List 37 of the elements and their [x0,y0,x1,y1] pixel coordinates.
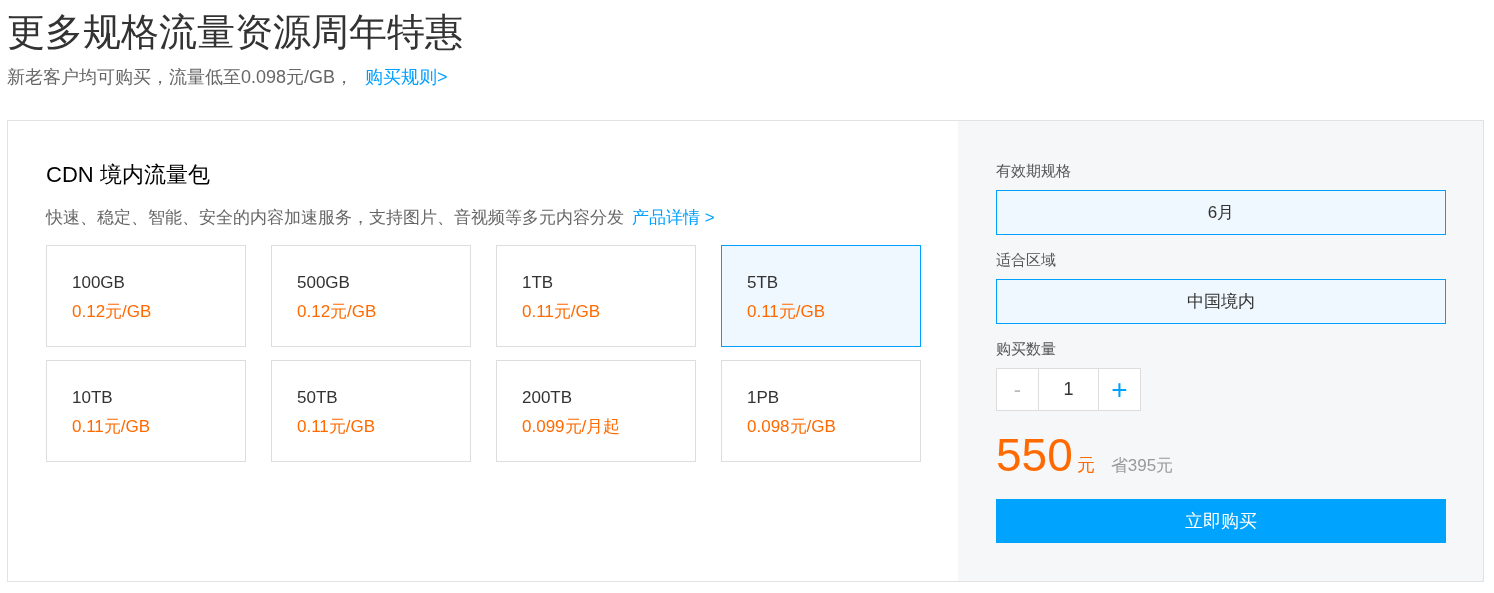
package-size: 10TB [72,387,114,409]
package-price: 0.11元/GB [747,301,827,323]
package-size: 1TB [522,272,555,294]
package-price: 0.099元/月起 [522,416,622,438]
region-option[interactable]: 中国境内 [996,279,1446,324]
package-card[interactable]: 5TB 0.11元/GB [721,245,921,347]
package-card[interactable]: 10TB 0.11元/GB [46,360,246,462]
package-card[interactable]: 500GB 0.12元/GB [271,245,471,347]
package-size: 100GB [72,272,126,294]
package-size: 50TB [297,387,339,409]
duration-option[interactable]: 6月 [996,190,1446,235]
product-title: CDN 境内流量包 [46,161,211,189]
package-price: 0.11元/GB [72,416,152,438]
package-price: 0.12元/GB [297,301,378,323]
package-price: 0.098元/GB [747,416,837,438]
package-size: 1PB [747,387,781,409]
package-price: 0.11元/GB [297,416,377,438]
package-card[interactable]: 1TB 0.11元/GB [496,245,696,347]
package-price: 0.12元/GB [72,301,153,323]
package-size: 200TB [522,387,574,409]
currency: 元 [1076,454,1095,477]
package-card[interactable]: 1PB 0.098元/GB [721,360,921,462]
package-size: 500GB [297,272,351,294]
region-label: 适合区域 [996,250,1057,270]
price: 550 [996,428,1073,483]
package-card[interactable]: 200TB 0.099元/月起 [496,360,696,462]
package-card[interactable]: 100GB 0.12元/GB [46,245,246,347]
duration-label: 有效期规格 [996,161,1072,181]
package-size: 5TB [747,272,780,294]
page-title: 更多规格流量资源周年特惠 [7,10,464,55]
package-card[interactable]: 50TB 0.11元/GB [271,360,471,462]
quantity-label: 购买数量 [996,339,1057,359]
package-price: 0.11元/GB [522,301,602,323]
subtitle: 新老客户均可购买，流量低至0.098元/GB， [7,66,354,89]
product-description: 快速、稳定、智能、安全的内容加速服务，支持图片、音视频等多元内容分发 [46,207,624,229]
savings: 省395元 [1110,455,1174,477]
quantity-field[interactable]: 1 [1039,368,1098,411]
